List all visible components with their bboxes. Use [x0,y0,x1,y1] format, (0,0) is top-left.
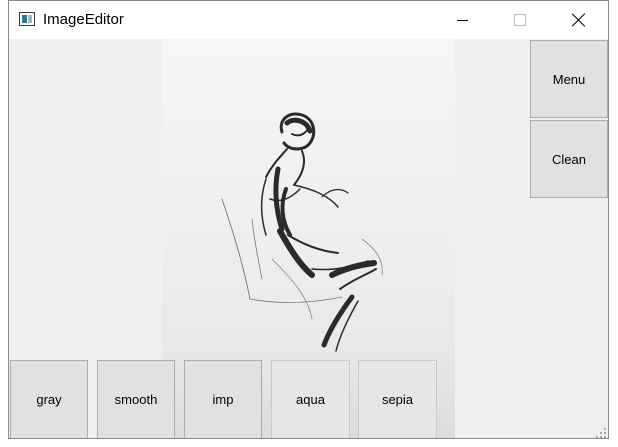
smooth-filter-label: smooth [114,392,158,407]
menu-button-label: Menu [552,71,586,87]
imp-filter-label: imp [212,392,234,407]
client-area: Menu Clean gray smooth imp aqua sepia [9,39,608,438]
sepia-filter-label: sepia [381,392,414,407]
aqua-filter-label: aqua [296,392,325,407]
maximize-button[interactable] [497,1,543,39]
resize-grip-icon[interactable] [596,428,606,438]
minimize-icon [456,19,468,21]
gray-filter-button[interactable]: gray [10,360,88,438]
maximize-icon [514,14,526,26]
gray-filter-label: gray [36,392,62,407]
sepia-filter-button[interactable]: sepia [358,360,437,438]
imp-filter-button[interactable]: imp [184,360,262,438]
menu-button[interactable]: Menu [530,40,608,118]
close-icon [572,13,586,27]
aqua-filter-button[interactable]: aqua [271,360,350,438]
window-title: ImageEditor [43,11,124,28]
app-icon [19,12,35,26]
close-button[interactable] [556,1,602,39]
smooth-filter-button[interactable]: smooth [97,360,175,438]
minimize-button[interactable] [439,1,485,39]
clean-button-label: Clean [552,151,586,167]
title-bar[interactable]: ImageEditor [9,1,608,39]
image-editor-window: ImageEditor Menu Clean gray smooth imp a… [8,0,609,439]
clean-button[interactable]: Clean [530,120,608,198]
